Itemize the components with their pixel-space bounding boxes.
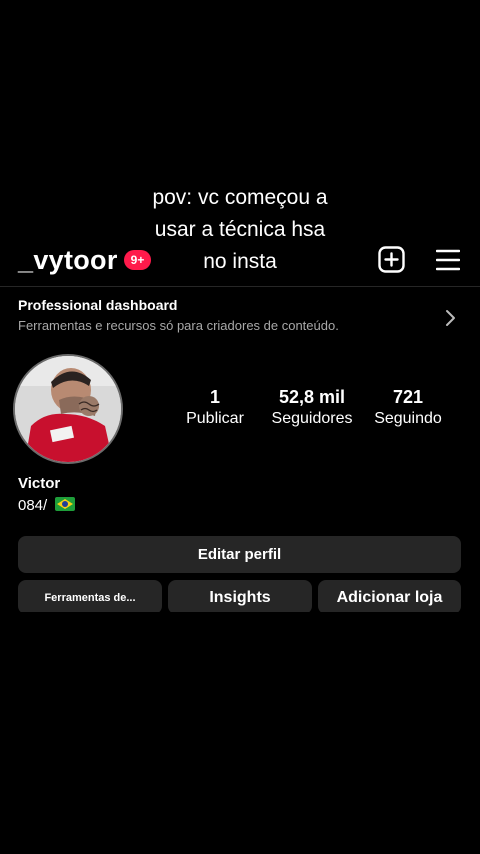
stat-following[interactable]: 721 Seguindo <box>366 387 450 428</box>
professional-dashboard-row[interactable]: Professional dashboard Ferramentas e rec… <box>0 286 480 345</box>
following-count: 721 <box>392 387 424 407</box>
caption-line: pov: vc começou a <box>152 186 328 209</box>
dashboard-title: Professional dashboard <box>18 297 178 313</box>
insights-button[interactable]: Insights <box>168 580 312 614</box>
profile-username[interactable]: _vytoor <box>18 245 118 276</box>
bio-text: 084/ <box>18 497 48 514</box>
posts-count: 1 <box>209 387 220 407</box>
video-crop-edge <box>0 612 480 622</box>
plus-square-icon[interactable] <box>378 246 405 273</box>
edit-profile-button[interactable]: Editar perfil <box>18 536 461 573</box>
caption-line: usar a técnica hsa <box>154 218 326 241</box>
professional-tools-button[interactable]: Ferramentas de... <box>18 580 162 614</box>
profile-bio: 084/ <box>18 497 76 515</box>
profile-avatar[interactable] <box>13 354 123 464</box>
stat-followers[interactable]: 52,8 mil Seguidores <box>262 387 362 428</box>
followers-count: 52,8 mil <box>278 387 346 407</box>
chevron-right-icon <box>444 309 456 327</box>
profile-display-name: Victor <box>18 475 61 492</box>
notification-badge[interactable]: 9+ <box>124 250 151 270</box>
dashboard-subtitle: Ferramentas e recursos só para criadores… <box>18 318 339 333</box>
brazil-flag-icon <box>55 497 76 515</box>
following-label: Seguindo <box>374 410 442 427</box>
followers-label: Seguidores <box>271 410 353 427</box>
stat-posts[interactable]: 1 Publicar <box>175 387 255 428</box>
add-shop-button[interactable]: Adicionar loja <box>318 580 461 614</box>
posts-label: Publicar <box>186 410 244 427</box>
hamburger-menu-icon[interactable] <box>435 249 461 271</box>
